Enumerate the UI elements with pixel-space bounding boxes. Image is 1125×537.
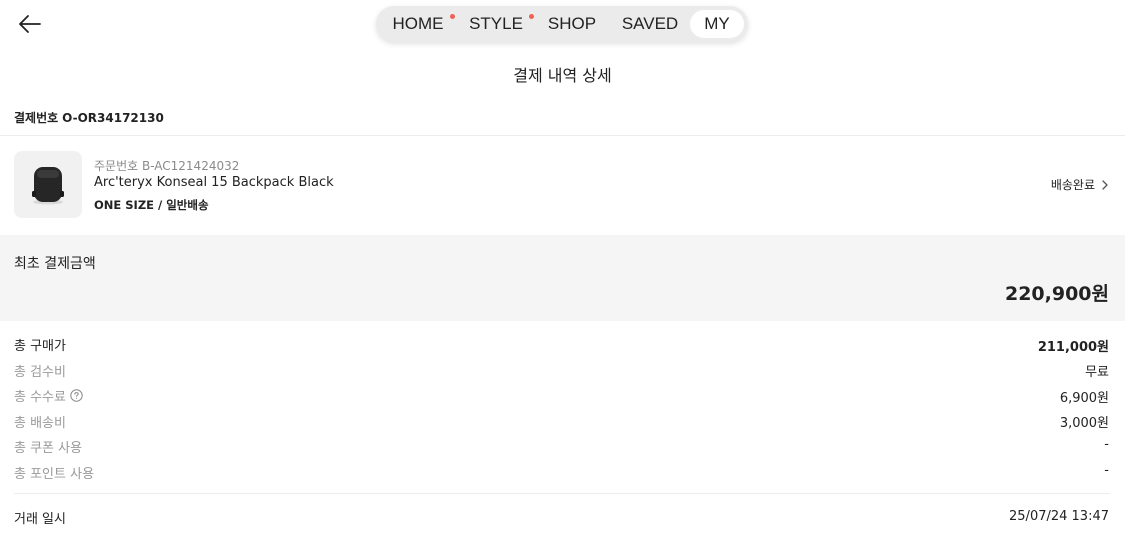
coupon-usage-label: 총 쿠폰 사용 — [14, 441, 83, 456]
product-order-number: 주문번호 B-AC121424032 — [94, 159, 240, 173]
points-usage-value: - — [1104, 463, 1109, 478]
back-button[interactable] — [14, 8, 46, 40]
transaction-datetime-value: 25/07/24 13:47 — [1009, 509, 1109, 524]
chevron-right-icon — [1102, 179, 1108, 190]
commission-fee-label-text: 총 수수료 — [14, 390, 66, 405]
page-title: 결제 내역 상세 — [513, 66, 612, 85]
initial-payment-label: 최초 결제금액 — [14, 256, 96, 272]
tab-style[interactable]: STYLE — [464, 10, 528, 38]
payment-number-value: O-OR34172130 — [62, 111, 164, 125]
divider — [0, 135, 1125, 136]
delivery-status-link[interactable]: 배송완료 — [1051, 176, 1111, 193]
tab-my[interactable]: MY — [690, 10, 744, 38]
payment-number-label: 결제번호 — [14, 111, 59, 125]
inspection-fee-value: 무료 — [1085, 365, 1109, 380]
commission-fee-label: 총 수수료 — [14, 386, 83, 405]
top-nav: HOME STYLE SHOP SAVED MY — [376, 6, 748, 42]
inspection-fee-label: 총 검수비 — [14, 365, 66, 380]
tab-saved[interactable]: SAVED — [616, 10, 684, 38]
tab-style-notification-dot — [529, 14, 534, 19]
commission-fee-value: 6,900원 — [1059, 391, 1109, 406]
points-usage-label: 총 포인트 사용 — [14, 467, 95, 482]
coupon-usage-value: - — [1104, 437, 1109, 452]
tab-shop[interactable]: SHOP — [542, 10, 602, 38]
initial-payment-summary — [0, 235, 1125, 321]
shipping-fee-value: 3,000원 — [1059, 416, 1109, 431]
shipping-fee-label: 총 배송비 — [14, 416, 66, 431]
black-backpack-image — [32, 167, 64, 205]
product-name[interactable]: Arc'teryx Konseal 15 Backpack Black — [94, 175, 334, 190]
question-circle-icon[interactable] — [70, 389, 83, 402]
arrow-left-icon — [19, 15, 41, 33]
divider — [14, 493, 1110, 494]
transaction-datetime-label: 거래 일시 — [14, 512, 66, 527]
payment-number: 결제번호 O-OR34172130 — [14, 109, 164, 126]
product-option: ONE SIZE / 일반배송 — [94, 198, 209, 212]
tab-home[interactable]: HOME — [384, 10, 452, 38]
total-purchase-label: 총 구매가 — [14, 339, 66, 354]
initial-payment-amount: 220,900원 — [1004, 283, 1109, 305]
tab-home-notification-dot — [450, 14, 455, 19]
product-thumbnail[interactable] — [14, 151, 82, 218]
delivery-status-label: 배송완료 — [1050, 178, 1095, 192]
total-purchase-value: 211,000원 — [1037, 340, 1109, 355]
